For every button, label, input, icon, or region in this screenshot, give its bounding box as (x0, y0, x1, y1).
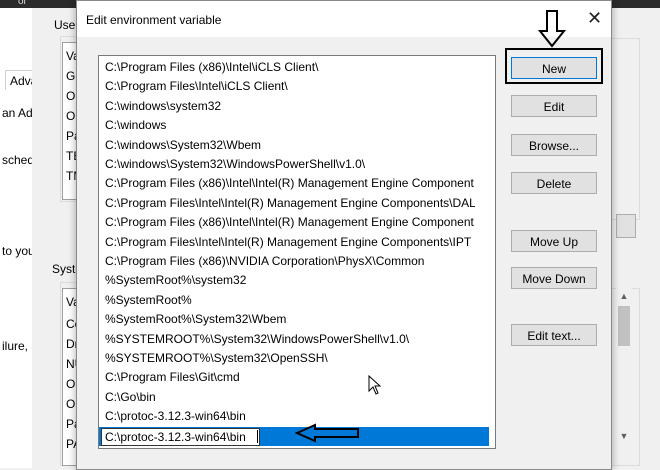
path-list-item[interactable]: C:\protoc-3.12.3-win64\bin (99, 407, 475, 426)
down-arrow-annotation-icon (537, 10, 567, 48)
new-button[interactable]: New (511, 57, 597, 79)
scroll-up-icon[interactable]: ▲ (616, 288, 632, 304)
path-list-item[interactable]: C:\windows (99, 116, 475, 135)
background-fragment: an Ad (2, 106, 33, 120)
edit-environment-variable-dialog: Edit environment variable ✕ C:\Program F… (76, 0, 612, 470)
text-caret (257, 429, 258, 443)
dialog-title: Edit environment variable (86, 13, 222, 27)
scroll-thumb[interactable] (618, 306, 630, 346)
path-list-item[interactable]: C:\Program Files\Intel\iCLS Client\ (99, 77, 475, 96)
path-list-item[interactable]: %SystemRoot%\System32\Wbem (99, 310, 475, 329)
path-list-item-editing[interactable]: C:\protoc-3.12.3-win64\bin (99, 426, 489, 446)
delete-button[interactable]: Delete (511, 172, 597, 194)
path-list-item[interactable]: %SYSTEMROOT%\System32\WindowsPowerShell\… (99, 330, 475, 349)
path-list-item[interactable]: C:\Program Files (x86)\Intel\Intel(R) Ma… (99, 213, 475, 232)
move-up-button[interactable]: Move Up (511, 230, 597, 252)
path-list-item[interactable]: C:\Program Files (x86)\Intel\iCLS Client… (99, 58, 475, 77)
close-icon[interactable]: ✕ (587, 9, 602, 27)
scroll-down-icon[interactable]: ▼ (616, 428, 632, 444)
path-list[interactable]: C:\Program Files (x86)\Intel\iCLS Client… (98, 55, 496, 449)
dialog-titlebar[interactable]: Edit environment variable ✕ (77, 1, 611, 37)
path-list-item[interactable]: C:\windows\system32 (99, 97, 475, 116)
mouse-pointer-icon (368, 375, 382, 395)
edit-button[interactable]: Edit (511, 95, 597, 117)
path-edit-input[interactable]: C:\protoc-3.12.3-win64\bin (101, 427, 260, 446)
path-list-item[interactable]: C:\Program Files (x86)\NVIDIA Corporatio… (99, 252, 475, 271)
background-strip-text: or (18, 0, 27, 7)
path-list-item[interactable]: C:\Go\bin (99, 388, 475, 407)
path-list-item[interactable]: C:\Program Files (x86)\Intel\Intel(R) Ma… (99, 174, 475, 193)
browse-button[interactable]: Browse... (511, 134, 597, 156)
path-list-item[interactable]: %SystemRoot% (99, 291, 475, 310)
left-arrow-annotation-icon (295, 423, 359, 443)
path-list-item[interactable]: %SystemRoot%\system32 (99, 271, 475, 290)
move-down-button[interactable]: Move Down (511, 267, 597, 289)
path-list-item[interactable]: %SYSTEMROOT%\System32\OpenSSH\ (99, 349, 475, 368)
path-list-item[interactable]: C:\Program Files\Intel\Intel(R) Manageme… (99, 194, 475, 213)
system-list-scrollbar[interactable]: ▲ ▼ (616, 288, 632, 446)
background-button[interactable] (616, 214, 636, 238)
path-list-item[interactable]: C:\Program Files\Intel\Intel(R) Manageme… (99, 233, 475, 252)
edit-text-button[interactable]: Edit text... (511, 324, 597, 346)
path-list-item[interactable]: C:\Program Files\Git\cmd (99, 368, 475, 387)
path-list-item[interactable]: C:\windows\System32\Wbem (99, 136, 475, 155)
path-list-item[interactable]: C:\windows\System32\WindowsPowerShell\v1… (99, 155, 475, 174)
